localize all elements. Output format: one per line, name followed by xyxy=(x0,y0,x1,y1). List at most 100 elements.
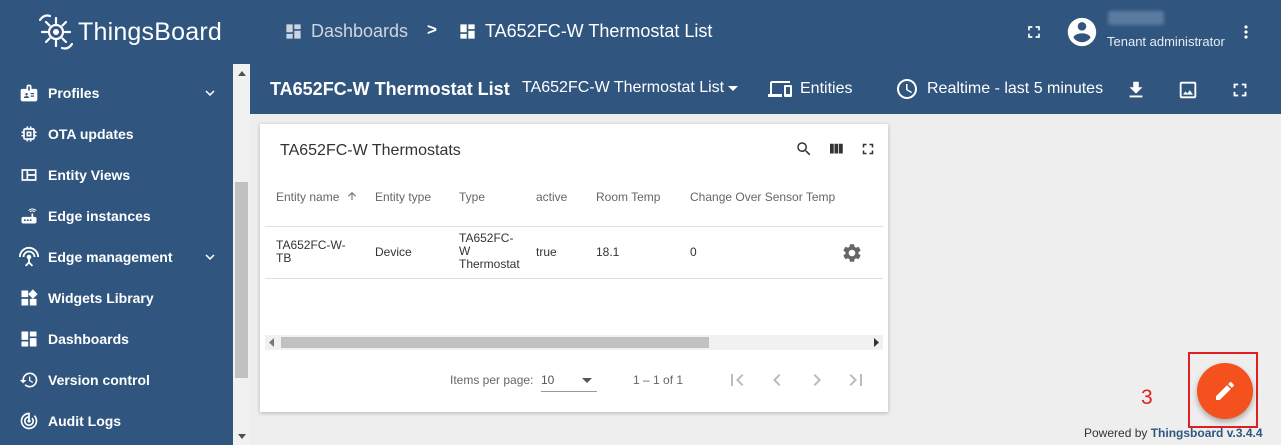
history-icon xyxy=(18,369,40,391)
app-root: ThingsBoard Profiles OTA updates Entity … xyxy=(0,0,1281,445)
export-image-icon[interactable] xyxy=(1177,79,1199,101)
chevron-down-icon[interactable] xyxy=(201,84,219,102)
sidebar-item-entity-views[interactable]: Entity Views xyxy=(0,154,233,195)
chevron-down-icon[interactable] xyxy=(201,248,219,266)
sort-arrow-up-icon xyxy=(347,192,356,200)
sidebar-item-label: Edge management xyxy=(48,248,173,265)
breadcrumb-current: TA652FC-W Thermostat List xyxy=(458,21,712,42)
thingsboard-logo-icon xyxy=(38,14,74,50)
sidebar-item-dashboards[interactable]: Dashboards xyxy=(0,318,233,359)
search-icon[interactable] xyxy=(795,140,813,158)
fullscreen-icon[interactable] xyxy=(859,140,877,158)
row-divider xyxy=(265,278,883,279)
sidebar-item-label: Dashboards xyxy=(48,330,129,347)
sidebar-item-label: Version control xyxy=(48,371,150,388)
logo[interactable]: ThingsBoard xyxy=(0,0,250,64)
top-bar: Dashboards > TA652FC-W Thermostat List T… xyxy=(250,0,1281,64)
sidebar-item-label: OTA updates xyxy=(48,125,134,142)
user-name-redacted xyxy=(1108,11,1164,25)
column-header-type[interactable]: Type xyxy=(459,190,485,204)
scroll-thumb[interactable] xyxy=(235,182,248,378)
sidebar-item-version-control[interactable]: Version control xyxy=(0,359,233,400)
dropdown-arrow-icon xyxy=(728,86,739,91)
column-header-entity-name[interactable]: Entity name xyxy=(276,190,358,204)
sidebar-item-ota-updates[interactable]: OTA updates xyxy=(0,113,233,154)
sidebar-nav: Profiles OTA updates Entity Views Edge i… xyxy=(0,72,233,441)
first-page-icon[interactable] xyxy=(725,368,749,392)
dropdown-arrow-icon xyxy=(582,378,592,383)
dashboard-icon xyxy=(286,24,301,39)
dashboard-state-select[interactable]: TA652FC-W Thermostat List xyxy=(522,79,739,97)
sidebar-item-label: Widgets Library xyxy=(48,289,154,306)
cell-entity-name: TA652FC-W- TB xyxy=(276,238,346,265)
sidebar-item-label: Edge instances xyxy=(48,207,151,224)
breadcrumb-dashboards[interactable]: Dashboards xyxy=(284,21,408,42)
dashboard-toolbar: TA652FC-W Thermostat List TA652FC-W Ther… xyxy=(250,64,1281,114)
next-page-icon[interactable] xyxy=(805,368,829,392)
thingsboard-version-link[interactable]: Thingsboard v.3.4.4 xyxy=(1151,426,1263,440)
cell-room-temp: 18.1 xyxy=(596,245,620,259)
profiles-icon xyxy=(18,82,40,104)
logo-text: ThingsBoard xyxy=(78,17,222,46)
scroll-thumb[interactable] xyxy=(281,337,709,348)
sidebar-item-widgets-library[interactable]: Widgets Library xyxy=(0,277,233,318)
gear-icon[interactable] xyxy=(841,242,863,264)
pencil-icon xyxy=(1216,381,1235,400)
track-changes-icon xyxy=(18,410,40,432)
scroll-left-arrow-icon[interactable] xyxy=(268,338,276,347)
entities-label: Entities xyxy=(800,80,853,97)
state-select-value: TA652FC-W Thermostat List xyxy=(522,79,725,96)
previous-page-icon[interactable] xyxy=(765,368,789,392)
cell-change-over: 0 xyxy=(690,245,697,259)
memory-chip-icon xyxy=(18,123,40,145)
sidebar-item-label: Entity Views xyxy=(48,166,131,183)
widget-title: TA652FC-W Thermostats xyxy=(280,142,461,159)
pager-range: 1 – 1 of 1 xyxy=(633,373,684,387)
scroll-up-arrow-icon[interactable] xyxy=(233,64,250,81)
more-vert-icon[interactable] xyxy=(1236,22,1256,42)
sidebar-item-edge-management[interactable]: Edge management xyxy=(0,236,233,277)
user-role: Tenant administrator xyxy=(1107,34,1225,49)
breadcrumb-separator: > xyxy=(427,20,437,39)
widgets-icon xyxy=(18,287,40,309)
sidebar-item-label: Audit Logs xyxy=(48,412,122,429)
column-header-active[interactable]: active xyxy=(536,190,567,204)
timewindow-button[interactable]: Realtime - last 5 minutes xyxy=(895,77,1103,101)
account-circle-icon[interactable] xyxy=(1065,15,1099,49)
dashboard-icon xyxy=(460,24,475,39)
column-header-room-temp[interactable]: Room Temp xyxy=(596,190,660,204)
router-icon xyxy=(18,205,40,227)
settings-input-antenna-icon xyxy=(18,246,40,268)
entities-table-widget: TA652FC-W Thermostats Entity name Entity… xyxy=(260,124,888,412)
sidebar-scrollbar[interactable] xyxy=(233,64,250,445)
fullscreen-icon[interactable] xyxy=(1229,79,1251,101)
devices-icon xyxy=(768,81,792,97)
download-icon[interactable] xyxy=(1125,79,1147,101)
column-header-entity-type[interactable]: Entity type xyxy=(375,190,431,204)
sidebar-item-profiles[interactable]: Profiles xyxy=(0,72,233,113)
entities-button[interactable]: Entities xyxy=(768,77,852,101)
items-per-page-select[interactable]: 10 xyxy=(541,370,597,392)
columns-icon[interactable] xyxy=(827,140,845,158)
annotation-step-number: 3 xyxy=(1141,386,1153,409)
dashboard-icon xyxy=(18,328,40,350)
column-header-change-over-sensor-temp[interactable]: Change Over Sensor Temp xyxy=(690,190,835,204)
view-quilt-icon xyxy=(18,164,40,186)
table-horizontal-scrollbar[interactable] xyxy=(265,335,883,350)
edit-dashboard-button[interactable] xyxy=(1197,363,1253,419)
dashboard-title: TA652FC-W Thermostat List xyxy=(270,79,510,99)
sidebar: ThingsBoard Profiles OTA updates Entity … xyxy=(0,0,250,445)
scroll-down-arrow-icon[interactable] xyxy=(233,428,250,445)
powered-by-footer: Powered by Thingsboard v.3.4.4 xyxy=(1084,426,1263,440)
last-page-icon[interactable] xyxy=(844,368,868,392)
cell-type: TA652FC- W Thermostat xyxy=(459,231,520,271)
sidebar-item-edge-instances[interactable]: Edge instances xyxy=(0,195,233,236)
fullscreen-icon[interactable] xyxy=(1024,22,1044,42)
sidebar-item-audit-logs[interactable]: Audit Logs xyxy=(0,400,233,441)
cell-active: true xyxy=(536,245,557,259)
scroll-right-arrow-icon[interactable] xyxy=(872,338,880,347)
clock-icon xyxy=(897,79,917,99)
header-divider xyxy=(265,226,883,227)
breadcrumb-label: TA652FC-W Thermostat List xyxy=(485,21,713,41)
sidebar-item-label: Profiles xyxy=(48,84,100,101)
